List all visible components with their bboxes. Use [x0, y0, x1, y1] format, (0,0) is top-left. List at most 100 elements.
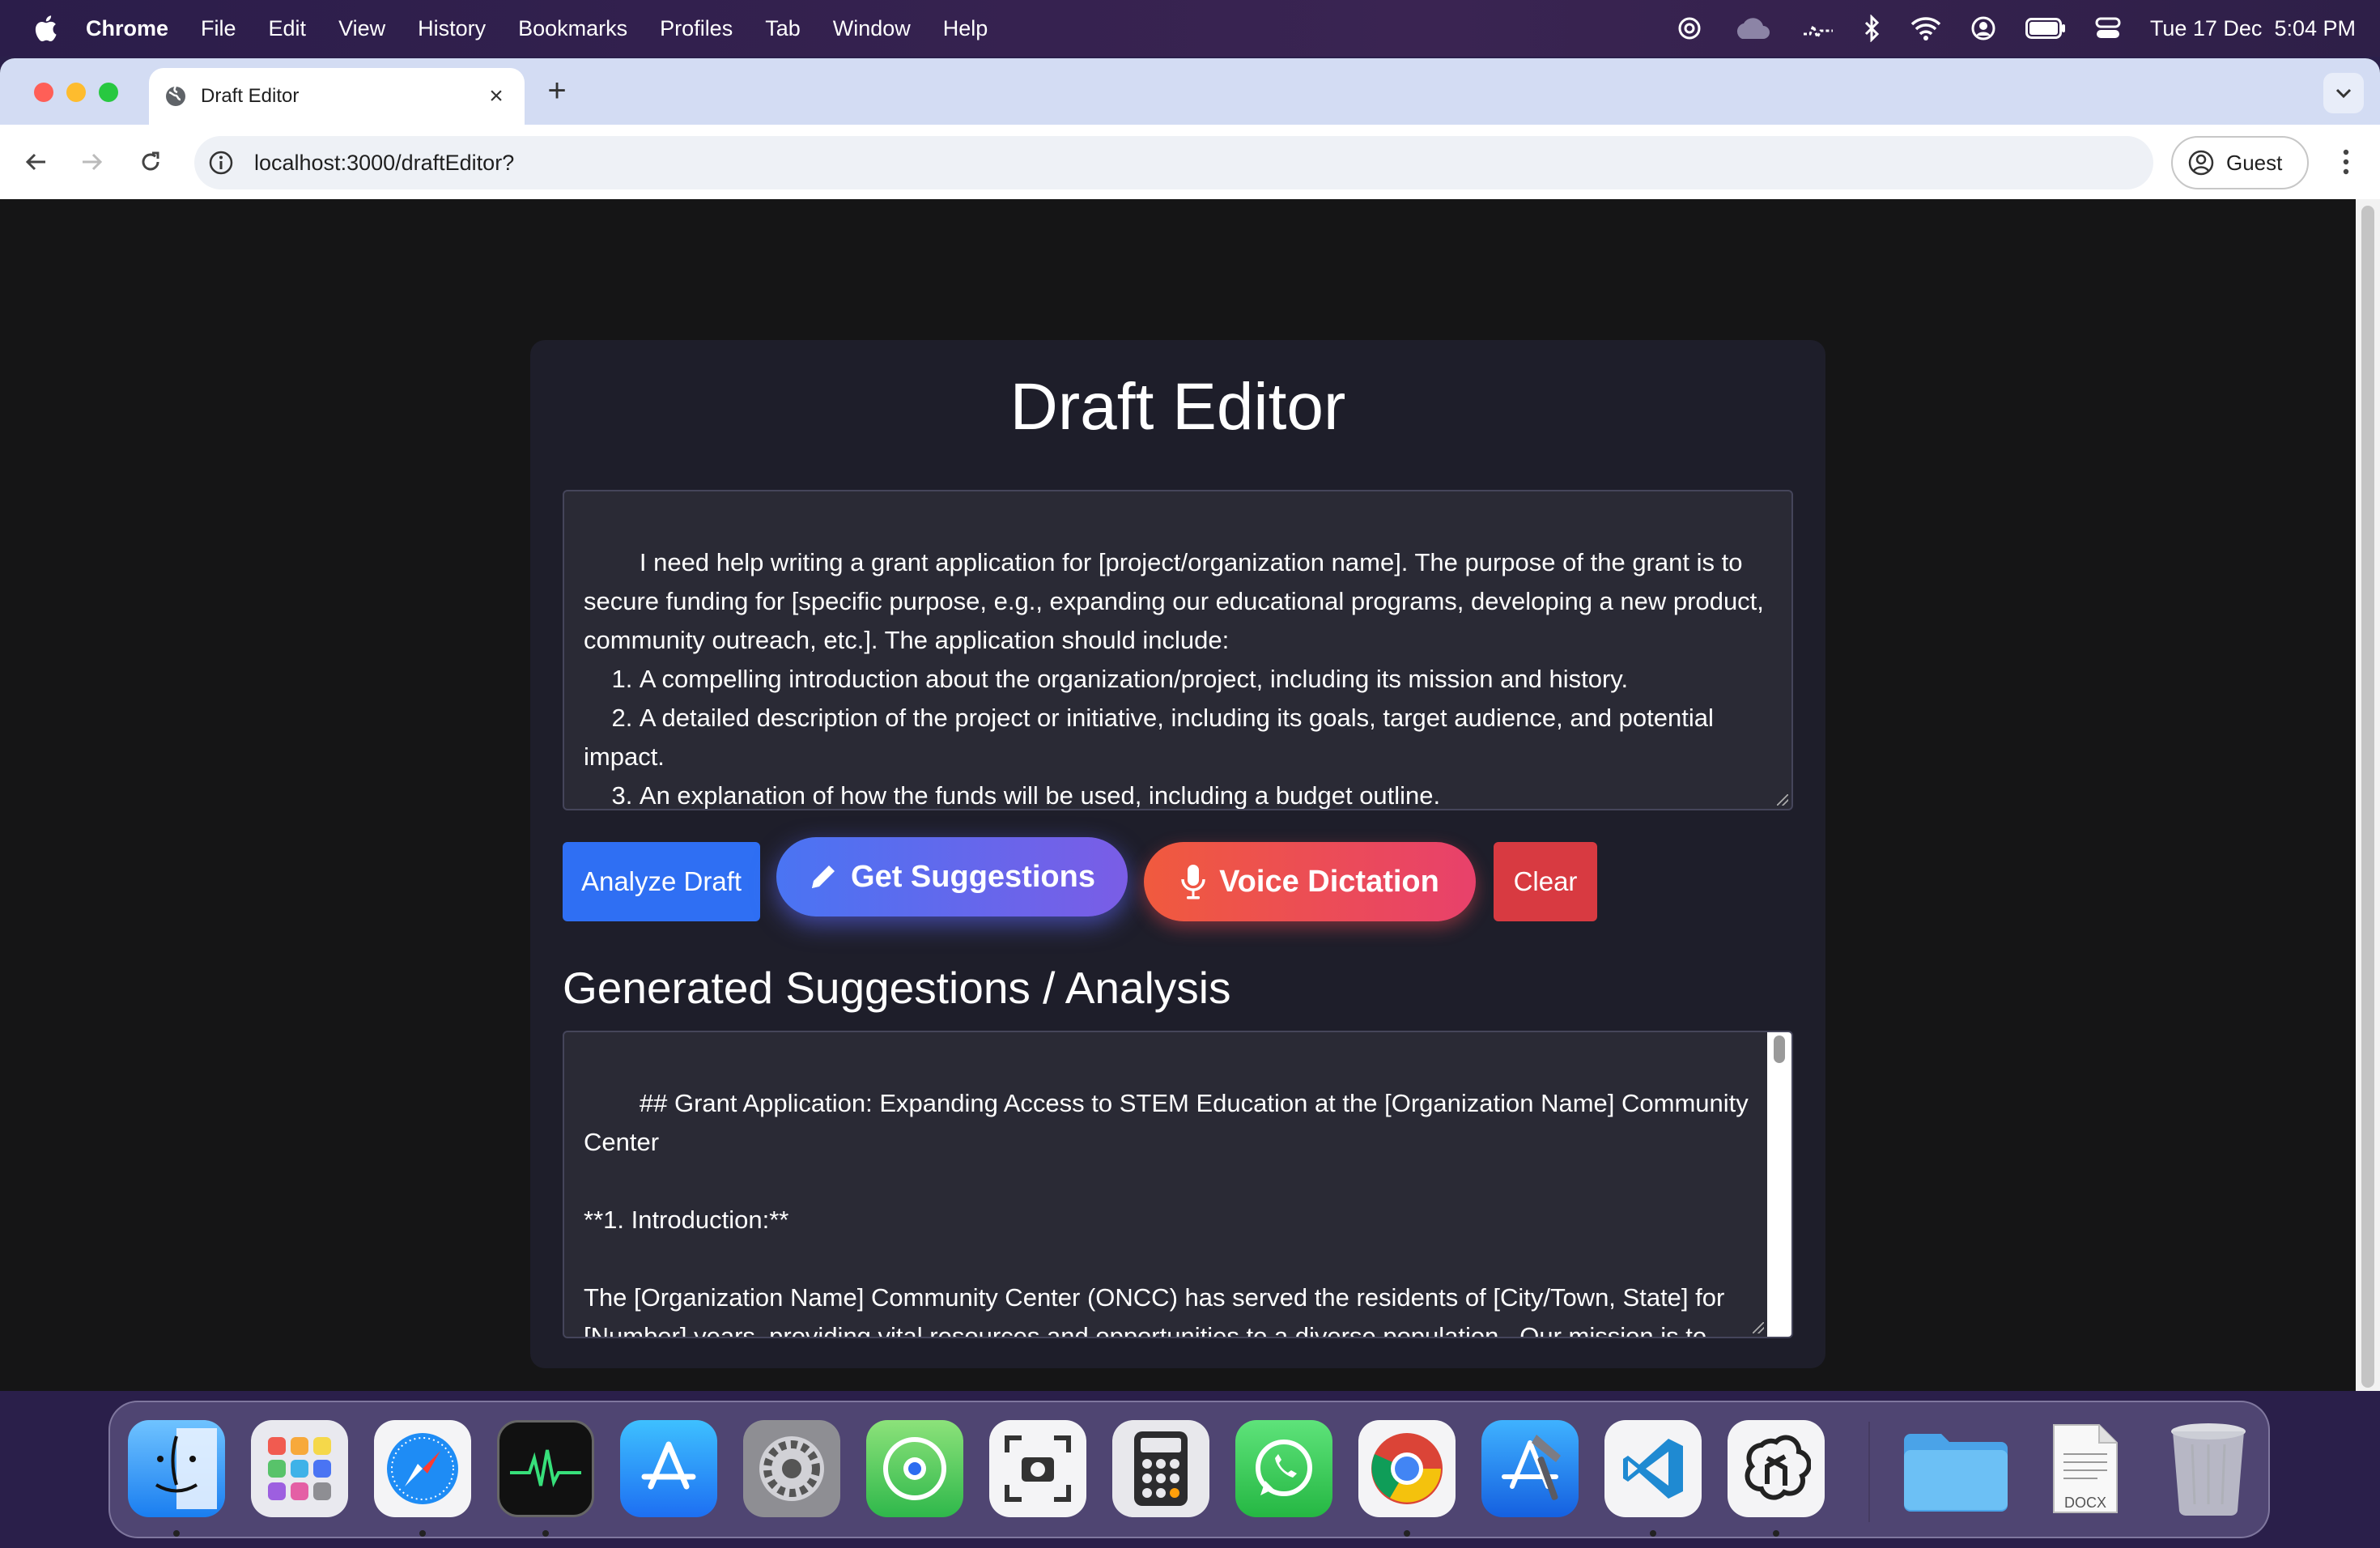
- reload-button[interactable]: [133, 144, 168, 180]
- control-center-icon[interactable]: [2095, 15, 2121, 41]
- menubar-date: Tue 17 Dec: [2149, 15, 2263, 40]
- bluetooth-icon[interactable]: [1864, 15, 1881, 42]
- microphone-icon: [1181, 865, 1205, 899]
- launchpad-icon[interactable]: [251, 1420, 348, 1517]
- menu-help[interactable]: Help: [943, 16, 988, 41]
- trash-icon[interactable]: [2160, 1420, 2257, 1517]
- browser-menu-button[interactable]: [2330, 144, 2362, 180]
- minimize-window-button[interactable]: [66, 83, 86, 102]
- draft-editor-card: Draft Editor I need help writing a grant…: [530, 340, 1825, 1368]
- chrome-icon[interactable]: [1358, 1420, 1456, 1517]
- tab-draft-editor[interactable]: Draft Editor ×: [149, 68, 525, 125]
- menu-app-name[interactable]: Chrome: [86, 16, 168, 41]
- menu-history[interactable]: History: [418, 16, 486, 41]
- url-text: localhost:3000/draftEditor?: [254, 150, 515, 175]
- vscode-icon[interactable]: [1604, 1420, 1702, 1517]
- results-resize-handle[interactable]: [1753, 1322, 1764, 1333]
- analyze-draft-button[interactable]: Analyze Draft: [563, 842, 760, 921]
- new-tab-button[interactable]: +: [541, 74, 573, 107]
- cloud-icon[interactable]: [1732, 16, 1773, 40]
- profile-icon: [2188, 150, 2214, 176]
- wifi-icon[interactable]: [1910, 16, 1941, 40]
- page-title: Draft Editor: [1009, 370, 1346, 444]
- dock-separator: [1868, 1422, 1870, 1522]
- menu-edit[interactable]: Edit: [269, 16, 307, 41]
- chatgpt-running-indicator: [1773, 1530, 1779, 1537]
- menu-view[interactable]: View: [338, 16, 385, 41]
- zoom-window-button[interactable]: [99, 83, 118, 102]
- tab-close-icon[interactable]: ×: [484, 84, 508, 108]
- system-settings-icon[interactable]: [743, 1420, 840, 1517]
- menubar: Chrome File Edit View History Bookmarks …: [0, 0, 2380, 57]
- activity-monitor-running-indicator: [542, 1530, 549, 1537]
- finder-running-indicator: [173, 1530, 180, 1537]
- menu-tab[interactable]: Tab: [765, 16, 801, 41]
- menu-window[interactable]: Window: [833, 16, 911, 41]
- site-info-icon[interactable]: [207, 149, 235, 176]
- whatsapp-icon[interactable]: [1235, 1420, 1332, 1517]
- downloads-folder-icon[interactable]: [1899, 1420, 2012, 1517]
- get-suggestions-button[interactable]: Get Suggestions: [776, 837, 1128, 916]
- status-area: Tue 17 Dec 5:04 PM: [1676, 0, 2356, 57]
- resize-handle[interactable]: [1777, 794, 1788, 806]
- voice-dictation-button[interactable]: Voice Dictation: [1144, 842, 1476, 921]
- browser-toolbar: localhost:3000/draftEditor? Guest: [0, 125, 2380, 199]
- globe-icon: [166, 86, 185, 106]
- voice-dictation-label: Voice Dictation: [1219, 864, 1439, 899]
- reload-icon: [142, 151, 159, 171]
- address-bar[interactable]: localhost:3000/draftEditor?: [194, 136, 2153, 189]
- results-textarea[interactable]: ## Grant Application: Expanding Access t…: [563, 1031, 1793, 1338]
- tab-strip: Draft Editor × +: [0, 58, 2380, 125]
- battery-icon[interactable]: [2025, 18, 2066, 39]
- forward-button[interactable]: [74, 144, 110, 180]
- menu-file[interactable]: File: [201, 16, 236, 41]
- safari-running-indicator: [419, 1530, 426, 1537]
- profile-button[interactable]: Guest: [2171, 136, 2309, 189]
- chevron-down-icon: [2335, 88, 2352, 99]
- dock: DOCX: [108, 1401, 2270, 1538]
- menubar-clock[interactable]: Tue 17 Dec 5:04 PM: [2150, 16, 2356, 41]
- results-text: ## Grant Application: Expanding Access t…: [584, 1089, 1749, 1338]
- profile-label: Guest: [2226, 150, 2283, 175]
- back-button[interactable]: [18, 144, 53, 180]
- analyze-draft-label: Analyze Draft: [580, 866, 742, 896]
- page-viewport: Draft Editor I need help writing a grant…: [0, 199, 2380, 1391]
- user-account-icon[interactable]: [1970, 15, 1996, 41]
- more-vertical-icon: [2343, 149, 2349, 175]
- xcode-icon[interactable]: [1481, 1420, 1579, 1517]
- safari-icon[interactable]: [374, 1420, 471, 1517]
- pencil-icon: [812, 865, 835, 888]
- get-suggestions-label: Get Suggestions: [851, 859, 1095, 894]
- screenshot-icon[interactable]: [989, 1420, 1086, 1517]
- chatgpt-status-icon[interactable]: [1676, 15, 1703, 42]
- apple-icon[interactable]: [29, 12, 62, 45]
- arrow-left-icon: [25, 153, 45, 171]
- docx-label: DOCX: [2063, 1495, 2106, 1511]
- activity-icon[interactable]: [1802, 16, 1834, 40]
- find-my-icon[interactable]: [866, 1420, 963, 1517]
- vscode-running-indicator: [1650, 1530, 1656, 1537]
- results-heading: Generated Suggestions / Analysis: [563, 963, 1231, 1013]
- docx-file-icon[interactable]: DOCX: [2037, 1420, 2134, 1517]
- results-scrollbar-thumb[interactable]: [1774, 1036, 1785, 1063]
- draft-text: I need help writing a grant application …: [584, 548, 1764, 810]
- menu-bookmarks[interactable]: Bookmarks: [518, 16, 627, 41]
- activity-monitor-icon[interactable]: [497, 1420, 594, 1517]
- chrome-running-indicator: [1404, 1530, 1410, 1537]
- clear-label: Clear: [1513, 866, 1578, 896]
- clear-button[interactable]: Clear: [1494, 842, 1597, 921]
- menubar-time: 5:04 PM: [2274, 15, 2356, 40]
- finder-icon[interactable]: [128, 1420, 225, 1517]
- tab-search-button[interactable]: [2323, 73, 2364, 113]
- app-store-icon[interactable]: [620, 1420, 717, 1517]
- page-scrollbar-thumb[interactable]: [2361, 206, 2374, 1388]
- arrow-right-icon: [83, 153, 103, 171]
- browser-window: Draft Editor × + localhost:3000/draftEdi…: [0, 58, 2380, 1391]
- chatgpt-icon[interactable]: [1728, 1420, 1825, 1517]
- close-window-button[interactable]: [34, 83, 53, 102]
- calculator-icon[interactable]: [1112, 1420, 1209, 1517]
- page-scrollbar[interactable]: [2356, 199, 2380, 1391]
- results-scrollbar[interactable]: [1767, 1032, 1791, 1337]
- menu-profiles[interactable]: Profiles: [660, 16, 733, 41]
- draft-textarea[interactable]: I need help writing a grant application …: [563, 490, 1793, 810]
